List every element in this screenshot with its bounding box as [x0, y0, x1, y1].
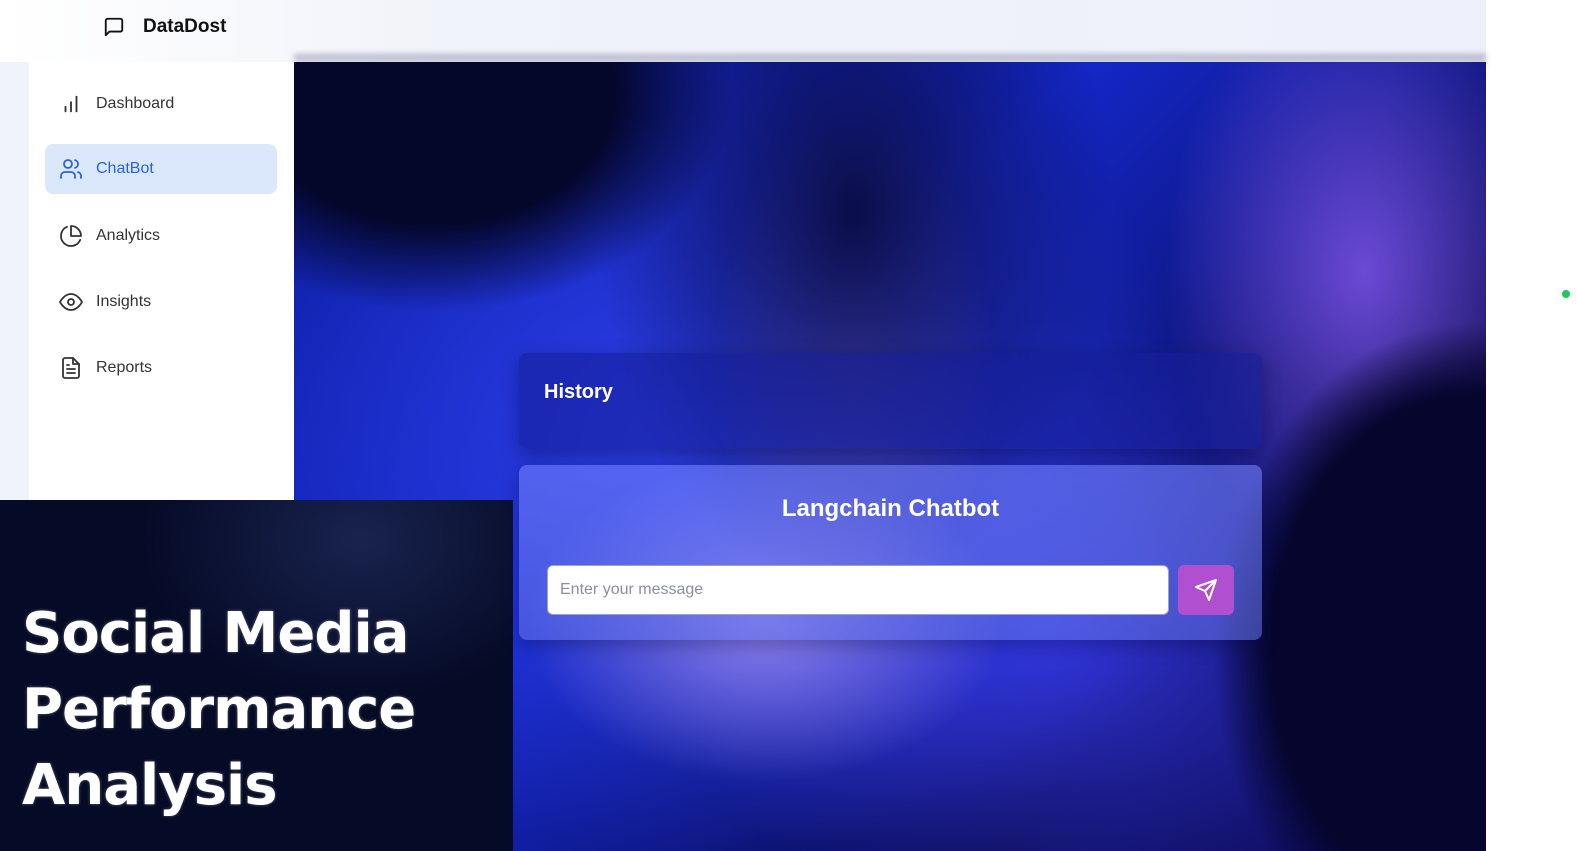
eye-icon [58, 289, 84, 315]
chatbot-panel: Langchain Chatbot [519, 465, 1262, 640]
sidebar-item-chatbot[interactable]: ChatBot [45, 144, 277, 194]
brand[interactable]: DataDost [103, 16, 226, 38]
banner-title: Social Media Performance Analysis [22, 601, 416, 818]
pie-chart-icon [58, 223, 84, 249]
history-title: History [544, 381, 613, 403]
users-icon [58, 156, 84, 182]
sidebar-item-label: Analytics [96, 227, 161, 244]
message-square-icon [103, 16, 125, 38]
sidebar-item-label: Insights [96, 293, 152, 310]
file-text-icon [58, 355, 84, 381]
status-dot [1562, 290, 1570, 298]
sidebar-edge [0, 62, 29, 500]
brand-name: DataDost [143, 16, 227, 37]
sidebar-item-label: ChatBot [96, 160, 154, 177]
send-button[interactable] [1178, 565, 1234, 615]
message-input[interactable] [547, 565, 1169, 615]
sidebar-item-label: Dashboard [96, 95, 175, 112]
sidebar-item-label: Reports [96, 359, 153, 376]
title-banner: Social Media Performance Analysis [0, 500, 513, 851]
top-header: DataDost [0, 0, 1486, 62]
sidebar-item-dashboard[interactable]: Dashboard [45, 79, 277, 129]
send-icon [1194, 578, 1218, 602]
chatbot-title: Langchain Chatbot [781, 495, 1000, 522]
sidebar-item-reports[interactable]: Reports [45, 343, 277, 393]
sidebar-item-analytics[interactable]: Analytics [45, 211, 277, 261]
sidebar: Dashboard ChatBot Analytics Insights Rep… [29, 62, 294, 500]
history-panel: History [519, 353, 1262, 449]
bar-chart-icon [58, 91, 84, 117]
sidebar-item-insights[interactable]: Insights [45, 277, 277, 327]
